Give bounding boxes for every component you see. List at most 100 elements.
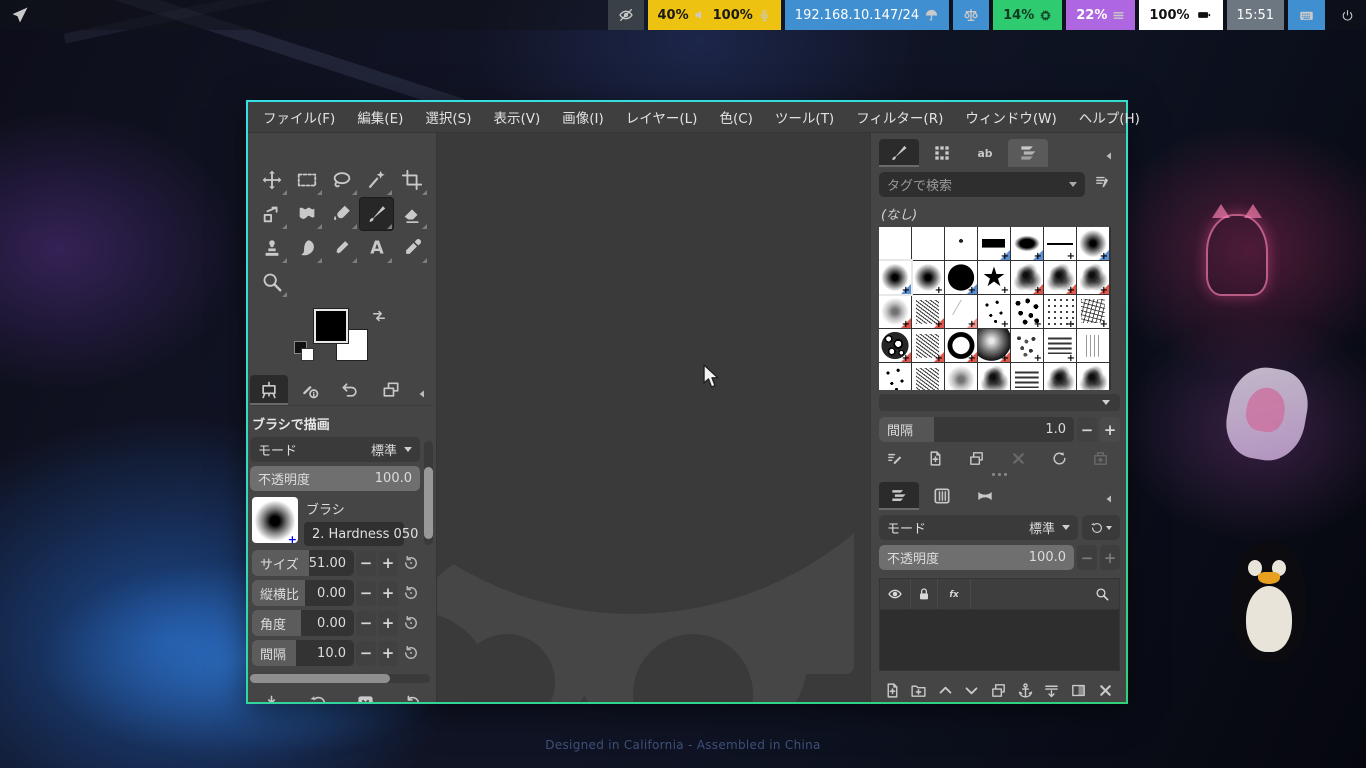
layers-new-doc-button[interactable] xyxy=(879,678,905,702)
zoom-tool[interactable] xyxy=(254,265,289,299)
rect-select-tool[interactable] xyxy=(289,163,324,197)
layers-new-folder-button[interactable] xyxy=(906,678,932,702)
free-select-tool[interactable] xyxy=(324,163,359,197)
角度-slider[interactable]: 角度0.00 xyxy=(252,610,354,636)
opacity-increase-button[interactable]: + xyxy=(1100,545,1120,570)
transform-tool[interactable] xyxy=(254,197,289,231)
brush-cell-ellipse[interactable]: + xyxy=(1011,227,1043,260)
brushes-edit-button[interactable] xyxy=(881,446,907,470)
layers-mask-button[interactable] xyxy=(1065,678,1091,702)
decrease-button[interactable]: − xyxy=(356,611,376,636)
brush-cell-fuzz[interactable]: + xyxy=(879,295,911,328)
brush-cell-fines[interactable]: + xyxy=(1044,295,1076,328)
brush-cell-specks[interactable]: + xyxy=(978,295,1010,328)
decrease-button[interactable]: − xyxy=(356,581,376,606)
brush-cell-bubbles[interactable]: + xyxy=(879,329,911,362)
tab-paths[interactable] xyxy=(965,482,1005,510)
brush-cell-dots[interactable]: + xyxy=(1011,295,1043,328)
link-reset-icon[interactable] xyxy=(402,644,420,662)
fuzzy-select-tool[interactable] xyxy=(359,163,394,197)
brush-cell-bar[interactable]: + xyxy=(978,227,1010,260)
brush-cell-splat[interactable] xyxy=(978,363,1010,390)
launcher-icon[interactable] xyxy=(10,5,30,25)
memory-indicator[interactable]: 14% xyxy=(993,0,1062,30)
brush-selector[interactable]: ブラシ 2. Hardness 050 xyxy=(252,497,420,546)
menu-filters[interactable]: フィルター(R) xyxy=(845,103,954,131)
move-tool[interactable] xyxy=(254,163,289,197)
battery-indicator[interactable]: 100% xyxy=(1139,0,1222,30)
menu-layer[interactable]: レイヤー(L) xyxy=(615,103,709,131)
canvas-area[interactable] xyxy=(436,133,871,702)
tab-layers[interactable] xyxy=(879,482,919,510)
crop-tool[interactable] xyxy=(394,163,429,197)
tool-options-save-tray-button[interactable] xyxy=(258,691,284,702)
hscrollbar-thumb[interactable] xyxy=(250,674,390,683)
brush-cell-fuzz[interactable] xyxy=(945,363,977,390)
tab-device-status[interactable] xyxy=(291,375,329,405)
brush-cell-hatch[interactable] xyxy=(1011,363,1043,390)
layers-down-button[interactable] xyxy=(959,678,985,702)
lock-column-icon[interactable] xyxy=(911,579,938,609)
layers-merge-button[interactable] xyxy=(1039,678,1065,702)
layers-anchor-button[interactable] xyxy=(1012,678,1038,702)
brush-cell-splat[interactable]: + xyxy=(1011,261,1043,294)
tab-fonts[interactable]: ab xyxy=(965,139,1005,167)
menu-select[interactable]: 選択(S) xyxy=(414,103,482,131)
brush-cell-faintline[interactable]: + xyxy=(945,295,977,328)
layers-duplicate-button[interactable] xyxy=(986,678,1012,702)
brush-cell-scratch[interactable] xyxy=(912,363,944,390)
menu-tools[interactable]: ツール(T) xyxy=(764,103,845,131)
swap-colors-icon[interactable] xyxy=(370,307,388,325)
opacity-decrease-button[interactable]: − xyxy=(1077,545,1097,570)
brushes-open-img-button[interactable] xyxy=(1088,446,1114,470)
menu-edit[interactable]: 編集(E) xyxy=(346,103,414,131)
brush-cell-ring[interactable]: + xyxy=(945,329,977,362)
menu-windows[interactable]: ウィンドウ(W) xyxy=(954,103,1067,131)
layer-mode-dropdown[interactable]: モード 標準 xyxy=(879,515,1078,540)
tab-channels[interactable] xyxy=(922,482,962,510)
power-button[interactable] xyxy=(1329,0,1366,30)
link-reset-icon[interactable] xyxy=(402,554,420,572)
decrease-button[interactable]: − xyxy=(356,551,376,576)
eraser-tool[interactable] xyxy=(394,197,429,231)
spacing-increase-button[interactable]: + xyxy=(1100,417,1120,442)
spacing-decrease-button[interactable]: − xyxy=(1077,417,1097,442)
brush-cell-soft[interactable]: + xyxy=(1077,227,1109,260)
bucket-fill-tool[interactable] xyxy=(324,197,359,231)
effects-column-icon[interactable]: fx xyxy=(938,579,971,609)
brush-list-view-icon[interactable] xyxy=(1091,171,1113,193)
brush-cell-line[interactable]: + xyxy=(1044,227,1076,260)
brush-name[interactable]: 2. Hardness 050 xyxy=(304,522,404,546)
brush-cell-sphere[interactable]: + xyxy=(978,329,1010,362)
brush-cell-star[interactable]: + xyxy=(978,261,1010,294)
brush-cell-splat[interactable] xyxy=(1044,363,1076,390)
collapse-dock-icon[interactable] xyxy=(1098,488,1120,510)
tool-options-revert-button[interactable] xyxy=(305,691,331,702)
scales-indicator[interactable] xyxy=(953,0,989,30)
menu-view[interactable]: 表示(V) xyxy=(483,103,552,131)
縦横比-slider[interactable]: 縦横比0.00 xyxy=(252,580,354,606)
collapse-dock-icon[interactable] xyxy=(1098,145,1120,167)
clock[interactable]: 15:51 xyxy=(1227,0,1284,30)
brush-cell-cells[interactable]: + xyxy=(1077,295,1109,328)
brush-cell-blank[interactable] xyxy=(879,227,911,260)
brush-cell-soft[interactable]: + xyxy=(912,261,944,294)
tab-patterns[interactable] xyxy=(922,139,962,167)
brush-spacing-slider[interactable]: 間隔 1.0 xyxy=(879,417,1074,442)
collapse-dock-icon[interactable] xyxy=(413,383,432,405)
warp-tool[interactable] xyxy=(289,197,324,231)
brushes-duplicate-button[interactable] xyxy=(964,446,990,470)
brushes-refresh-button[interactable] xyxy=(1047,446,1073,470)
ink-tool[interactable] xyxy=(324,231,359,265)
tab-paintbrush[interactable] xyxy=(879,139,919,167)
brush-cell-scratch[interactable]: + xyxy=(912,329,944,362)
dock-splitter[interactable] xyxy=(879,470,1120,478)
menu-help[interactable]: ヘルプ(H) xyxy=(1068,103,1151,131)
tag-search-input[interactable]: タグで検索 xyxy=(879,172,1085,197)
increase-button[interactable]: + xyxy=(378,611,398,636)
layers-x-button[interactable] xyxy=(1092,678,1118,702)
layer-list-empty[interactable] xyxy=(879,610,1120,671)
smudge-tool[interactable] xyxy=(289,231,324,265)
brush-cell-dot[interactable] xyxy=(945,227,977,260)
brush-cell-scratch[interactable]: + xyxy=(912,295,944,328)
